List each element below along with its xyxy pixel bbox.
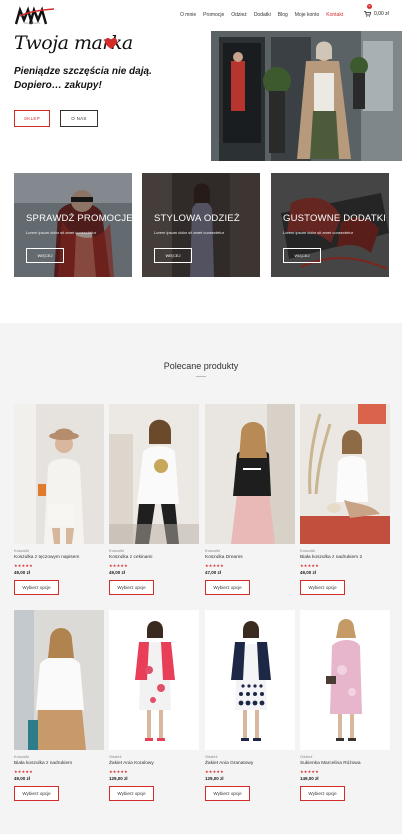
select-options-button[interactable]: Wybierz opcje — [205, 580, 250, 595]
promo-more-button[interactable]: WIĘCEJ — [26, 248, 64, 263]
select-options-button[interactable]: Wybierz opcje — [109, 580, 154, 595]
product-rating: ★★★★★ — [300, 769, 319, 774]
product-rating: ★★★★★ — [300, 563, 319, 568]
cart-total: 0,00 zł — [374, 11, 389, 17]
product-image[interactable] — [300, 404, 390, 544]
select-options-button[interactable]: Wybierz opcje — [14, 580, 59, 595]
promo-more-button[interactable]: WIĘCEJ — [154, 248, 192, 263]
promo-title: GUSTOWNE DODATKI — [283, 213, 387, 224]
product-name[interactable]: Koszulka Dreams — [205, 555, 243, 560]
hero-photo — [211, 31, 402, 161]
promo-more-button[interactable]: WIĘCEJ — [283, 248, 321, 263]
promo-title: SPRAWDŹ PROMOCJE — [26, 213, 132, 224]
product-rating: ★★★★★ — [205, 563, 224, 568]
section-divider — [196, 376, 206, 377]
product-price: 49,00 zł — [14, 570, 31, 575]
product-category: Odzież — [300, 754, 313, 759]
promo-text: Lorem ipsum dolor sit amet consectetur — [283, 230, 354, 235]
about-button[interactable]: O NAS — [60, 110, 98, 127]
nav-item-moje-konto[interactable]: Moje konto — [295, 12, 319, 18]
select-options-button[interactable]: Wybierz opcje — [14, 786, 59, 801]
nav-item-odziez[interactable]: Odzież — [231, 12, 247, 18]
promo-banner-clothing[interactable]: STYLOWA ODZIEŻ Lorem ipsum dolor sit ame… — [142, 173, 260, 277]
logo-subtitle: Moje Modne — [24, 21, 41, 25]
select-options-button[interactable]: Wybierz opcje — [109, 786, 154, 801]
cart-icon: 0 — [364, 4, 372, 17]
promo-text: Lorem ipsum dolor sit amet consectetur — [154, 230, 225, 235]
nav-item-dodatki[interactable]: Dodatki — [254, 12, 271, 18]
nav-item-o-mnie[interactable]: O mnie — [180, 12, 196, 18]
cart-link[interactable]: 0 0,00 zł — [364, 4, 389, 17]
product-image[interactable] — [205, 610, 295, 750]
product-image[interactable] — [109, 610, 199, 750]
product-price: 149,00 zł — [300, 776, 319, 781]
product-name[interactable]: Biała koszulka z nadrukiem 2 — [300, 555, 362, 560]
product-price: 47,00 zł — [205, 570, 222, 575]
product-category: Koszulki — [14, 754, 29, 759]
product-rating: ★★★★★ — [205, 769, 224, 774]
product-image[interactable] — [14, 404, 104, 544]
product-price: 49,00 zł — [14, 776, 31, 781]
product-image[interactable] — [300, 610, 390, 750]
product-rating: ★★★★★ — [109, 563, 128, 568]
main-nav: O mnie Promocje Odzież Dodatki Blog Moje… — [180, 12, 343, 18]
select-options-button[interactable]: Wybierz opcje — [205, 786, 250, 801]
nav-item-kontakt[interactable]: Kontakt — [326, 12, 343, 18]
promo-text: Lorem ipsum dolor sit amet consectetur — [26, 230, 97, 235]
product-image[interactable] — [109, 404, 199, 544]
product-rating: ★★★★★ — [14, 563, 33, 568]
product-name[interactable]: Żakiet Ania Koralowy — [109, 761, 154, 766]
product-category: Koszulki — [300, 548, 315, 553]
product-price: 129,00 zł — [205, 776, 224, 781]
product-image[interactable] — [14, 610, 104, 750]
product-name[interactable]: Sukienka Marcelina Różowa — [300, 761, 361, 766]
product-category: Koszulki — [14, 548, 29, 553]
product-category: Koszulki — [109, 548, 124, 553]
product-name[interactable]: Koszulka z tęczowym napisem — [14, 555, 79, 560]
page: Moje Modne O mnie Promocje Odzież Dodatk… — [0, 0, 402, 834]
promo-banner-accessories[interactable]: GUSTOWNE DODATKI Lorem ipsum dolor sit a… — [271, 173, 389, 277]
promo-title: STYLOWA ODZIEŻ — [154, 213, 240, 224]
product-category: Koszulki — [205, 548, 220, 553]
section-title: Polecane produkty — [163, 361, 239, 371]
product-name[interactable]: Biała koszulka z nadrukiem — [14, 761, 72, 766]
nav-item-blog[interactable]: Blog — [278, 12, 288, 18]
cart-count-badge: 0 — [367, 4, 372, 9]
featured-products-section: Polecane produkty Koszulki Koszulka z tę… — [0, 323, 402, 834]
product-rating: ★★★★★ — [109, 769, 128, 774]
shop-button[interactable]: SKLEP — [14, 110, 50, 127]
product-name[interactable]: Żakiet Ania Granatowy — [205, 761, 253, 766]
product-category: Odzież — [205, 754, 218, 759]
promo-banner-promotions[interactable]: SPRAWDŹ PROMOCJE Lorem ipsum dolor sit a… — [14, 173, 132, 277]
hero-headline-1: Pieniądze szczęścia nie dają. — [14, 66, 152, 77]
hero-headline-2: Dopiero… zakupy! — [14, 80, 102, 91]
product-name[interactable]: Koszulka z cekinami — [109, 555, 152, 560]
heart-icon — [104, 37, 118, 50]
select-options-button[interactable]: Wybierz opcje — [300, 786, 345, 801]
product-image[interactable] — [205, 404, 295, 544]
product-rating: ★★★★★ — [14, 769, 33, 774]
product-price: 49,00 zł — [109, 570, 126, 575]
product-category: Odzież — [109, 754, 122, 759]
product-price: 129,00 zł — [109, 776, 128, 781]
select-options-button[interactable]: Wybierz opcje — [300, 580, 345, 595]
nav-item-promocje[interactable]: Promocje — [203, 12, 224, 18]
product-price: 49,00 zł — [300, 570, 317, 575]
